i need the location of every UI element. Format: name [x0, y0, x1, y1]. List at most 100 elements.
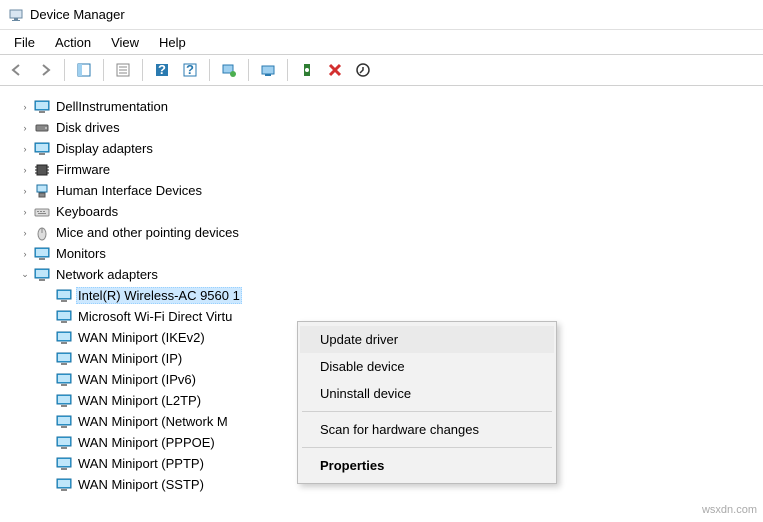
watermark: wsxdn.com	[702, 504, 757, 516]
uninstall-button[interactable]	[294, 57, 320, 83]
toolbar-separator	[142, 59, 143, 81]
expander-icon[interactable]: ›	[18, 163, 32, 177]
device-label: WAN Miniport (L2TP)	[76, 392, 203, 409]
expander-icon[interactable]: ⌄	[18, 268, 32, 282]
menu-view[interactable]: View	[101, 33, 149, 52]
app-icon	[8, 7, 24, 23]
device-label: WAN Miniport (Network M	[76, 413, 230, 430]
expander-spacer	[40, 457, 54, 471]
device-icon	[56, 393, 72, 409]
device-label: Intel(R) Wireless-AC 9560 1	[76, 287, 242, 304]
device-icon	[56, 456, 72, 472]
expander-icon[interactable]: ›	[18, 226, 32, 240]
device-label: WAN Miniport (IKEv2)	[76, 329, 207, 346]
expander-icon[interactable]: ›	[18, 121, 32, 135]
expander-icon[interactable]: ›	[18, 142, 32, 156]
expander-icon[interactable]: ›	[18, 100, 32, 114]
category-icon	[34, 120, 50, 136]
tree-category[interactable]: › Mice and other pointing devices	[18, 222, 763, 243]
category-icon	[34, 204, 50, 220]
category-label: Disk drives	[54, 119, 122, 136]
tree-category[interactable]: ⌄ Network adapters	[18, 264, 763, 285]
expander-spacer	[40, 373, 54, 387]
context-menu-item[interactable]: Disable device	[300, 353, 554, 380]
device-icon	[56, 288, 72, 304]
device-icon	[56, 477, 72, 493]
category-icon	[34, 225, 50, 241]
enable-button[interactable]	[350, 57, 376, 83]
expander-spacer	[40, 436, 54, 450]
device-label: Microsoft Wi-Fi Direct Virtu	[76, 308, 234, 325]
tree-category[interactable]: › Human Interface Devices	[18, 180, 763, 201]
category-icon	[34, 246, 50, 262]
category-icon	[34, 141, 50, 157]
tree-category[interactable]: › Display adapters	[18, 138, 763, 159]
context-menu-item[interactable]: Uninstall device	[300, 380, 554, 407]
expander-spacer	[40, 478, 54, 492]
update-driver-button[interactable]	[255, 57, 281, 83]
expander-spacer	[40, 289, 54, 303]
context-menu-item[interactable]: Properties	[300, 452, 554, 479]
category-label: Keyboards	[54, 203, 120, 220]
expander-spacer	[40, 310, 54, 324]
svg-text:?: ?	[186, 62, 194, 77]
device-icon	[56, 351, 72, 367]
device-icon	[56, 309, 72, 325]
category-label: Display adapters	[54, 140, 155, 157]
expander-spacer	[40, 352, 54, 366]
device-label: WAN Miniport (PPTP)	[76, 455, 206, 472]
show-hide-tree-button[interactable]	[71, 57, 97, 83]
tree-category[interactable]: › Firmware	[18, 159, 763, 180]
context-menu-item[interactable]: Scan for hardware changes	[300, 416, 554, 443]
device-icon	[56, 372, 72, 388]
help-button[interactable]: ?	[149, 57, 175, 83]
device-label: WAN Miniport (IP)	[76, 350, 184, 367]
expander-icon[interactable]: ›	[18, 205, 32, 219]
expander-spacer	[40, 415, 54, 429]
expander-icon[interactable]: ›	[18, 247, 32, 261]
title-bar: Device Manager	[0, 0, 763, 30]
category-label: Mice and other pointing devices	[54, 224, 241, 241]
toolbar-separator	[64, 59, 65, 81]
tree-category[interactable]: ›Monitors	[18, 243, 763, 264]
menu-action[interactable]: Action	[45, 33, 101, 52]
disable-button[interactable]	[322, 57, 348, 83]
context-menu-separator	[302, 411, 552, 412]
expander-spacer	[40, 394, 54, 408]
menu-help[interactable]: Help	[149, 33, 196, 52]
device-label: WAN Miniport (IPv6)	[76, 371, 198, 388]
category-label: Firmware	[54, 161, 112, 178]
expander-spacer	[40, 331, 54, 345]
toolbar: ? ?	[0, 54, 763, 86]
device-label: WAN Miniport (PPPOE)	[76, 434, 217, 451]
device-icon	[56, 414, 72, 430]
menu-file[interactable]: File	[4, 33, 45, 52]
tree-device[interactable]: Intel(R) Wireless-AC 9560 1	[40, 285, 763, 306]
device-icon	[56, 435, 72, 451]
menu-bar: File Action View Help	[0, 30, 763, 54]
back-button[interactable]	[4, 57, 30, 83]
context-menu: Update driverDisable deviceUninstall dev…	[297, 321, 557, 484]
svg-text:?: ?	[158, 62, 166, 77]
category-label: DellInstrumentation	[54, 98, 170, 115]
expander-icon[interactable]: ›	[18, 184, 32, 198]
device-icon	[56, 330, 72, 346]
forward-button[interactable]	[32, 57, 58, 83]
context-menu-separator	[302, 447, 552, 448]
help-topics-button[interactable]: ?	[177, 57, 203, 83]
tree-category[interactable]: › Disk drives	[18, 117, 763, 138]
toolbar-separator	[248, 59, 249, 81]
context-menu-item[interactable]: Update driver	[300, 326, 554, 353]
toolbar-separator	[287, 59, 288, 81]
toolbar-separator	[103, 59, 104, 81]
category-icon	[34, 162, 50, 178]
tree-category[interactable]: › Keyboards	[18, 201, 763, 222]
category-label: Human Interface Devices	[54, 182, 204, 199]
category-label: Network adapters	[54, 266, 160, 283]
category-icon	[34, 99, 50, 115]
tree-category[interactable]: › DellInstrumentation	[18, 96, 763, 117]
window-title: Device Manager	[30, 7, 125, 22]
device-label: WAN Miniport (SSTP)	[76, 476, 206, 493]
scan-hardware-button[interactable]	[216, 57, 242, 83]
properties-button[interactable]	[110, 57, 136, 83]
